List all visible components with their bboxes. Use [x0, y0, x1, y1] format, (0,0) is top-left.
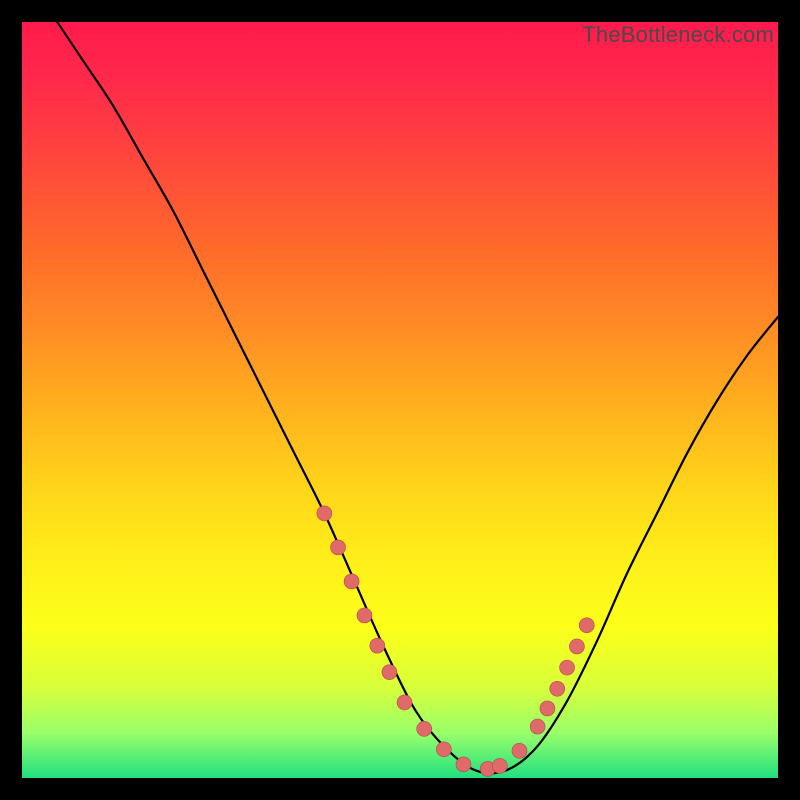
highlight-dot: [397, 695, 412, 710]
plot-area: TheBottleneck.com: [22, 22, 778, 778]
highlight-dot: [370, 638, 385, 653]
highlight-dot: [492, 758, 507, 773]
chart-frame: TheBottleneck.com: [0, 0, 800, 800]
highlight-dot: [540, 701, 555, 716]
curve-layer: [22, 22, 778, 778]
highlight-dot: [317, 506, 332, 521]
highlight-dot: [579, 618, 594, 633]
highlight-dot: [382, 665, 397, 680]
highlight-dot: [357, 608, 372, 623]
bottleneck-curve: [22, 22, 778, 773]
highlight-dot: [569, 639, 584, 654]
highlight-dot: [331, 540, 346, 555]
highlight-dot: [417, 721, 432, 736]
highlight-dot: [436, 742, 451, 757]
highlight-dot: [456, 757, 471, 772]
highlight-dot: [344, 574, 359, 589]
highlight-dot: [550, 681, 565, 696]
highlight-dot: [530, 719, 545, 734]
highlight-dot: [512, 743, 527, 758]
highlight-dot: [560, 660, 575, 675]
